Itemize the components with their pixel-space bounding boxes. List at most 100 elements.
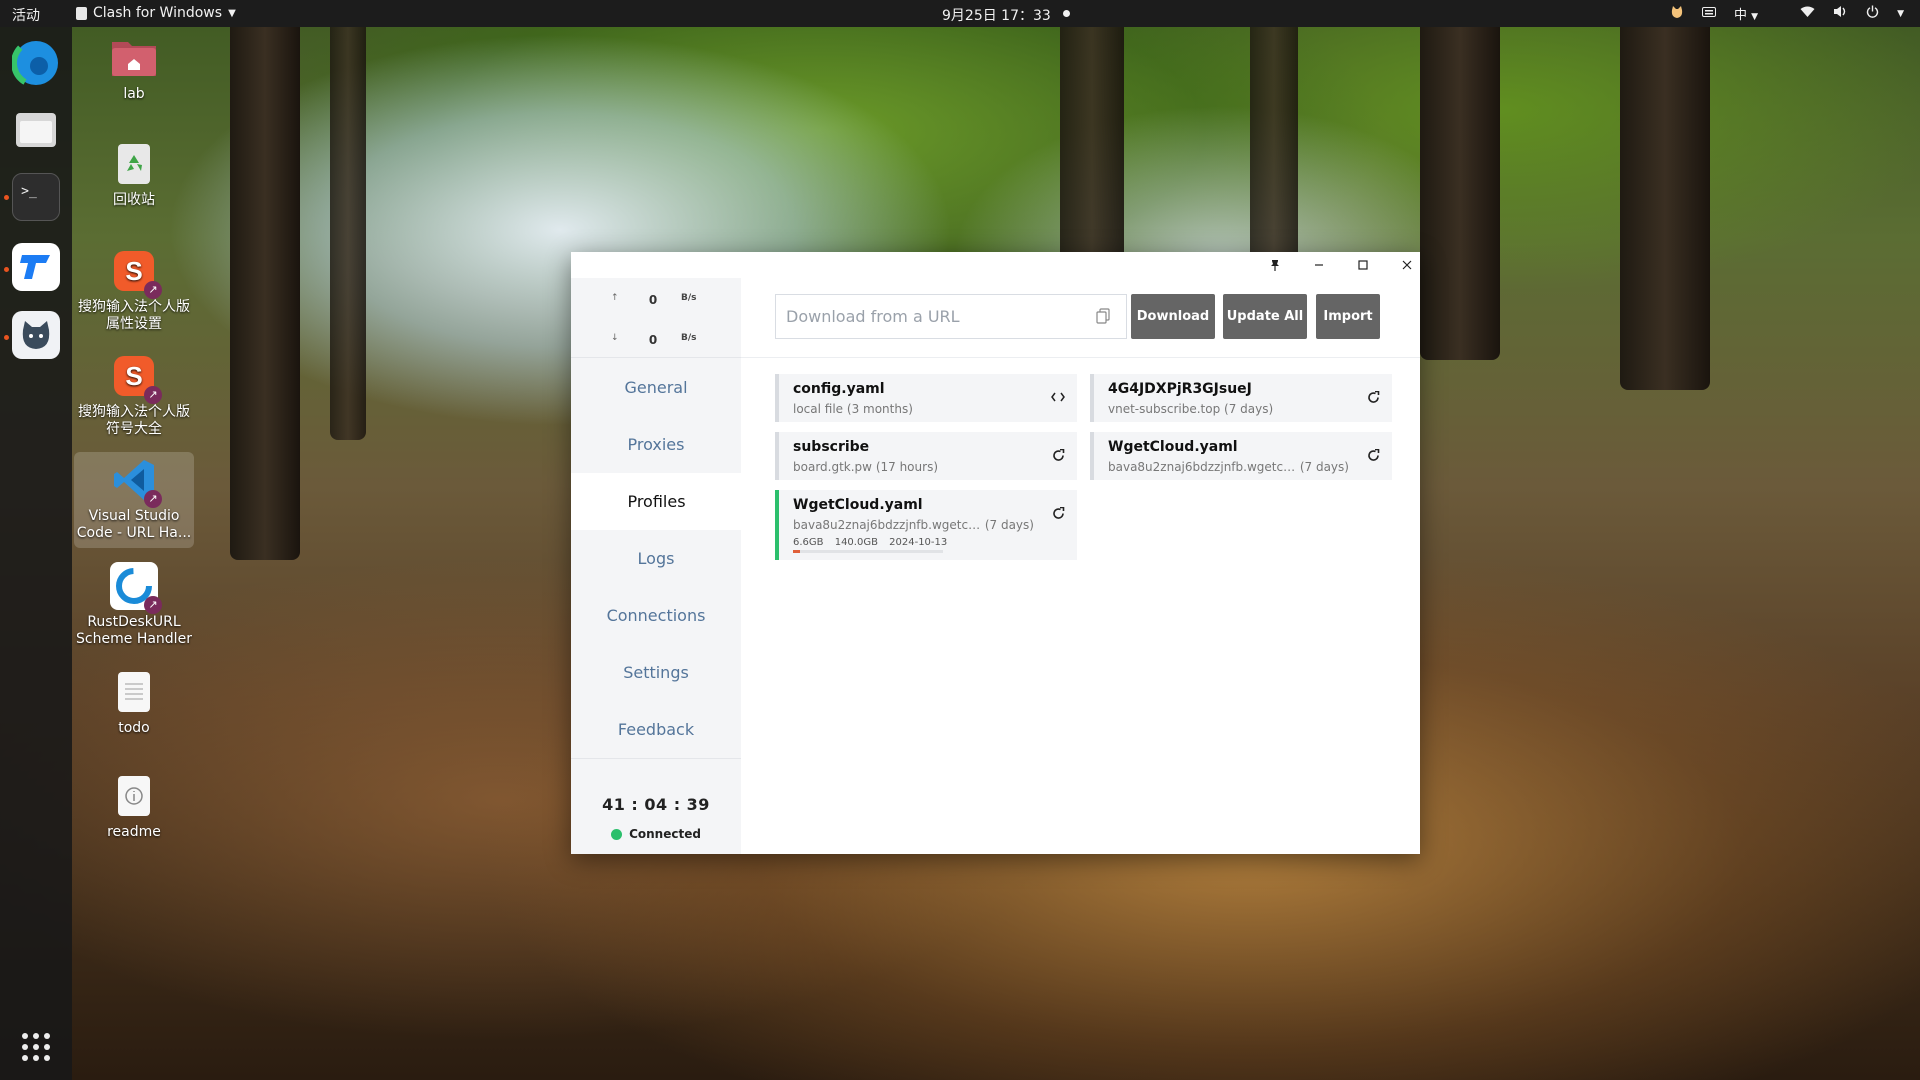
nav-settings[interactable]: Settings [571,644,741,701]
desktop-icon-readme[interactable]: readme [74,772,194,841]
shortcut-arrow-icon: ↗ [144,596,162,614]
profile-source: vnet-subscribe.top (7 days) [1108,402,1274,416]
info-file-icon [110,772,158,820]
profile-source: bava8u2znaj6bdzzjnfb.wgetcl... (7 days) [1108,460,1349,474]
svg-text:S: S [125,256,142,286]
traffic-monitor: ↑ 0 B/s ↓ 0 B/s [571,278,741,358]
close-button[interactable] [1397,255,1417,275]
show-apps-grid-icon[interactable] [12,1023,60,1071]
refresh-icon[interactable] [1047,502,1069,524]
activities-button[interactable]: 活动 [12,5,40,25]
wallpaper-tree [1420,0,1500,360]
rustdesk-icon: ↗ [110,562,162,614]
sogou-icon: S ↗ [110,352,162,404]
edge-browser-dock-icon[interactable] [12,39,60,87]
chevron-down-icon[interactable]: ▼ [1897,9,1904,19]
profile-usage: 6.6GB 140.0GB 2024-10-13 [793,537,955,548]
nav-profiles[interactable]: Profiles [571,473,742,530]
download-unit: B/s [681,333,697,343]
desktop-icon-todo[interactable]: todo [74,668,194,737]
home-folder-icon [110,34,158,82]
connection-status[interactable]: Connected [571,827,741,841]
uptime-timer: 41 : 04 : 39 [602,795,710,814]
wallpaper-tree [230,0,300,560]
power-icon[interactable] [1866,5,1879,22]
profile-card-wgetcloud-selected[interactable]: WgetCloud.yaml bava8u2znaj6bdzzjnfb.wget… [775,490,1077,560]
notification-dot [1063,10,1070,17]
wifi-icon[interactable] [1800,6,1815,22]
desktop-icon-label: Visual Studio Code - URL Ha... [76,508,192,541]
desktop-icon-rustdesk-handler[interactable]: ↗ RustDeskURL Scheme Handler [74,562,194,648]
top-bar: 活动 Clash for Windows ▼ 9月25日 17：33 中 ▼ ▼ [0,0,1920,27]
desktop-icon-label: RustDeskURL Scheme Handler [76,614,192,647]
clash-cat-tray-icon[interactable] [1670,5,1684,23]
download-button[interactable]: Download [1131,294,1215,339]
window-titlebar[interactable] [571,252,1420,278]
url-input[interactable] [775,294,1127,339]
desktop-icon-sogou-symbols[interactable]: S ↗ 搜狗输入法个人版 符号大全 [74,352,194,438]
terminal-dock-icon[interactable]: >_ [12,173,60,221]
upload-arrow-icon: ↑ [611,293,619,303]
text-file-icon [110,668,158,716]
used-traffic: 6.6GB [793,537,824,548]
profile-title: config.yaml [793,381,885,397]
download-value: 0 [648,333,658,347]
connection-footer: 41 : 04 : 39 Connected [571,758,741,854]
status-dot-icon [611,828,623,840]
volume-icon[interactable] [1833,5,1848,22]
code-icon[interactable] [1047,386,1069,408]
import-button[interactable]: Import [1316,294,1380,339]
vscode-icon: ↗ [110,456,162,508]
profile-card-4g4jdx[interactable]: 4G4JDXPjR3GJsueJ vnet-subscribe.top (7 d… [1090,374,1392,422]
usage-progress-fill [793,550,801,553]
desktop-icon-vscode-url-handler[interactable]: ↗ Visual Studio Code - URL Ha... [74,452,194,548]
chevron-down-icon: ▼ [228,7,236,19]
todesk-dock-icon[interactable] [12,243,60,291]
profile-card-wgetcloud[interactable]: WgetCloud.yaml bava8u2znaj6bdzzjnfb.wget… [1090,432,1392,480]
app-menu-label: Clash for Windows [93,5,223,21]
input-method-indicator[interactable]: 中 ▼ [1734,4,1758,23]
clash-dock-icon[interactable] [12,311,60,359]
running-indicator [4,195,9,200]
trash-icon [110,140,158,188]
minimize-button[interactable] [1309,255,1329,275]
nav-logs[interactable]: Logs [571,530,741,587]
profile-card-subscribe[interactable]: subscribe board.gtk.pw (17 hours) [775,432,1077,480]
desktop-icon-lab[interactable]: lab [74,34,194,103]
refresh-icon[interactable] [1362,386,1384,408]
wallpaper-tree [1620,0,1710,390]
profiles-panel: Download Update All Import config.yaml l… [741,278,1420,854]
files-dock-icon[interactable] [12,105,60,153]
app-menu[interactable]: Clash for Windows ▼ [76,5,236,21]
shortcut-arrow-icon: ↗ [144,281,162,299]
refresh-icon[interactable] [1047,444,1069,466]
download-arrow-icon: ↓ [611,333,619,343]
sogou-icon: S ↗ [110,247,162,299]
upload-speed: ↑ 0 B/s [571,293,741,309]
pin-icon[interactable] [1265,255,1285,275]
nav-general[interactable]: General [571,359,741,416]
desktop-icon-trash[interactable]: 回收站 [74,140,194,209]
maximize-button[interactable] [1353,255,1373,275]
keyboard-tray-icon[interactable] [1702,6,1716,22]
desktop-icon-label: 搜狗输入法个人版 属性设置 [78,299,190,332]
nav-connections[interactable]: Connections [571,587,741,644]
refresh-icon[interactable] [1362,444,1384,466]
profile-card-config[interactable]: config.yaml local file (3 months) [775,374,1077,422]
expire-date: 2024-10-13 [889,537,948,548]
paste-icon[interactable] [1096,308,1112,326]
update-all-button[interactable]: Update All [1223,294,1307,339]
system-tray: 中 ▼ ▼ [1670,4,1904,23]
profile-source: board.gtk.pw (17 hours) [793,460,938,474]
usage-progress-bar [793,550,943,553]
main-nav: General Proxies Profiles Logs Connection… [571,359,742,758]
nav-proxies[interactable]: Proxies [571,416,741,473]
desktop-icon-label: todo [118,720,150,736]
upload-value: 0 [648,293,658,307]
nav-feedback[interactable]: Feedback [571,701,741,758]
clock[interactable]: 9月25日 17：33 [942,5,1051,25]
clash-sidebar: ↑ 0 B/s ↓ 0 B/s General Proxies Profiles… [571,278,742,854]
profile-source: local file (3 months) [793,402,913,416]
desktop-icon-sogou-settings[interactable]: S ↗ 搜狗输入法个人版 属性设置 [74,247,194,333]
profile-title: subscribe [793,439,870,455]
